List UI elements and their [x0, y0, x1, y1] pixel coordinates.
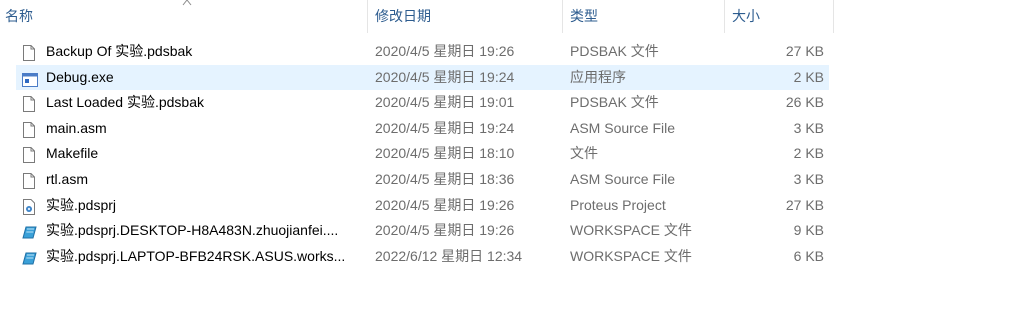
- document-icon: [22, 44, 36, 61]
- file-size: 3 KB: [793, 119, 824, 136]
- file-date: 2020/4/5 星期日 19:24: [375, 68, 515, 85]
- file-type: WORKSPACE 文件: [570, 222, 692, 239]
- file-size: 27 KB: [785, 43, 824, 59]
- file-type: 应用程序: [570, 68, 626, 85]
- file-row[interactable]: 实验.pdsprj.DESKTOP-H8A483N.zhuojianfei...…: [16, 218, 829, 244]
- column-header-size[interactable]: 大小: [727, 0, 834, 33]
- file-name: rtl.asm: [46, 170, 88, 187]
- file-row[interactable]: 实验.pdsprj.LAPTOP-BFB24RSK.ASUS.works... 2…: [16, 244, 829, 270]
- file-type: WORKSPACE 文件: [570, 247, 692, 264]
- file-type: 文件: [570, 145, 598, 162]
- file-type: PDSBAK 文件: [570, 94, 659, 111]
- proteus-project-icon: [22, 198, 36, 215]
- column-header-size-label: 大小: [732, 8, 760, 24]
- file-date: 2020/4/5 星期日 19:26: [375, 196, 515, 213]
- file-date: 2020/4/5 星期日 18:36: [375, 170, 515, 187]
- file-row[interactable]: Debug.exe 2020/4/5 星期日 19:24 应用程序 2 KB: [16, 64, 829, 91]
- file-type: PDSBAK 文件: [570, 43, 659, 59]
- file-row[interactable]: main.asm 2020/4/5 星期日 19:24 ASM Source Fil…: [16, 116, 829, 142]
- file-type: Proteus Project: [570, 196, 666, 213]
- file-name: 实验.pdsprj.LAPTOP-BFB24RSK.ASUS.works...: [46, 247, 346, 264]
- file-row[interactable]: 实验.pdsprj 2020/4/5 星期日 19:26 Proteus Proje…: [16, 193, 829, 219]
- column-header-date-label: 修改日期: [375, 8, 431, 24]
- file-row[interactable]: Backup Of 实验.pdsbak 2020/4/5 星期日 19:26 PDS…: [16, 39, 829, 65]
- file-date: 2020/4/5 星期日 19:26: [375, 222, 515, 239]
- workspace-icon: [22, 223, 37, 239]
- sort-ascending-icon: [182, 0, 192, 6]
- column-header-type[interactable]: 类型: [565, 0, 725, 33]
- document-icon: [22, 121, 36, 138]
- file-name: Backup Of 实验.pdsbak: [46, 43, 193, 59]
- column-header-date[interactable]: 修改日期: [370, 0, 563, 33]
- file-size: 26 KB: [785, 94, 824, 111]
- column-header-type-label: 类型: [570, 8, 598, 24]
- file-list: Backup Of 实验.pdsbak 2020/4/5 星期日 19:26 PDS…: [16, 39, 829, 269]
- file-row[interactable]: rtl.asm 2020/4/5 星期日 18:36 ASM Source File…: [16, 167, 829, 193]
- file-name: 实验.pdsprj: [46, 196, 117, 213]
- file-row[interactable]: Makefile 2020/4/5 星期日 18:10 文件 2 KB: [16, 141, 829, 167]
- file-size: 2 KB: [793, 68, 824, 85]
- column-header-name[interactable]: 名称: [0, 0, 368, 33]
- file-name: Makefile: [46, 145, 99, 162]
- file-type: ASM Source File: [570, 119, 676, 136]
- document-icon: [22, 95, 36, 113]
- document-icon: [22, 146, 36, 164]
- application-icon: [22, 70, 38, 87]
- document-icon: [22, 172, 36, 189]
- file-date: 2020/4/5 星期日 19:26: [375, 43, 515, 59]
- file-type: ASM Source File: [570, 170, 676, 187]
- file-date: 2020/4/5 星期日 18:10: [375, 145, 515, 162]
- file-date: 2020/4/5 星期日 19:01: [375, 94, 515, 111]
- file-date: 2020/4/5 星期日 19:24: [375, 119, 515, 136]
- file-row[interactable]: Last Loaded 实验.pdsbak 2020/4/5 星期日 19:01 P…: [16, 90, 829, 116]
- workspace-icon: [22, 249, 37, 265]
- file-size: 2 KB: [793, 145, 824, 162]
- column-header-name-label: 名称: [5, 8, 33, 24]
- file-size: 27 KB: [785, 196, 824, 213]
- column-header-bar: 名称 修改日期 类型 大小: [0, 0, 834, 33]
- file-date: 2022/6/12 星期日 12:34: [375, 247, 523, 264]
- file-size: 6 KB: [793, 247, 824, 264]
- file-name: main.asm: [46, 119, 107, 136]
- file-size: 9 KB: [793, 222, 824, 239]
- file-name: Debug.exe: [46, 68, 114, 85]
- file-name: 实验.pdsprj.DESKTOP-H8A483N.zhuojianfei...…: [46, 222, 339, 239]
- file-size: 3 KB: [793, 170, 824, 187]
- file-name: Last Loaded 实验.pdsbak: [46, 94, 204, 111]
